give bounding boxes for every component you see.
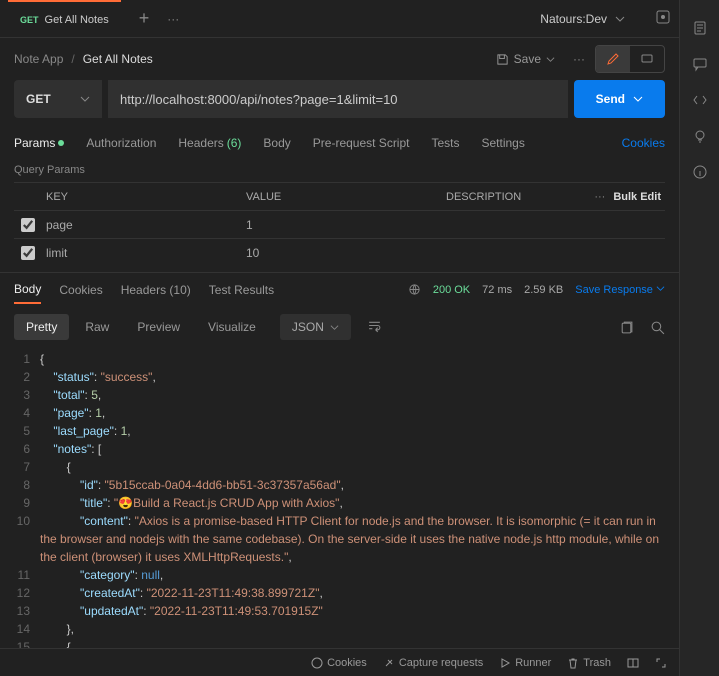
tab-authorization[interactable]: Authorization [86, 136, 156, 150]
footer-trash[interactable]: Trash [567, 657, 611, 669]
response-time: 72 ms [482, 284, 512, 296]
tab-title: Get All Notes [45, 14, 109, 26]
params-more-icon[interactable]: ··· [586, 191, 613, 203]
code-icon[interactable] [692, 92, 708, 108]
resp-tab-cookies[interactable]: Cookies [59, 283, 102, 297]
param-checkbox[interactable] [21, 246, 35, 260]
save-button[interactable]: Save [488, 47, 563, 71]
two-pane-icon[interactable] [627, 657, 639, 669]
param-key[interactable]: limit [42, 246, 242, 260]
param-checkbox[interactable] [21, 218, 35, 232]
documentation-icon[interactable] [692, 20, 708, 36]
comment-icon [640, 52, 654, 66]
wrap-lines-icon[interactable] [361, 312, 388, 342]
breadcrumb-current: Get All Notes [83, 52, 153, 66]
footer-runner[interactable]: Runner [499, 657, 551, 669]
breadcrumb-separator: / [71, 52, 74, 66]
environment-name: Natours:Dev [540, 12, 607, 26]
cookies-link[interactable]: Cookies [622, 136, 665, 150]
tab-settings[interactable]: Settings [482, 136, 525, 150]
tab-bar: GET Get All Notes + ··· Natours:Dev [0, 0, 679, 38]
cookie-icon [311, 657, 323, 669]
more-options-icon[interactable]: ··· [573, 52, 585, 66]
copy-icon[interactable] [619, 320, 634, 335]
col-value: VALUE [242, 191, 442, 203]
footer-capture[interactable]: Capture requests [383, 657, 483, 669]
query-params-label: Query Params [0, 158, 679, 182]
view-preview[interactable]: Preview [125, 314, 192, 340]
chevron-down-icon [656, 284, 665, 293]
edit-mode-button[interactable] [596, 46, 630, 72]
tab-body[interactable]: Body [263, 136, 290, 150]
view-visualize[interactable]: Visualize [196, 314, 268, 340]
save-response-button[interactable]: Save Response [575, 284, 665, 296]
col-key: KEY [42, 191, 242, 203]
info-icon[interactable] [692, 164, 708, 180]
param-value[interactable]: 1 [242, 218, 442, 232]
chevron-down-icon [615, 14, 625, 24]
lightbulb-icon[interactable] [692, 128, 708, 144]
context-bar [679, 0, 719, 676]
breadcrumb: Note App / Get All Notes Save ··· [0, 38, 679, 80]
response-tabs: Body Cookies Headers (10) Test Results 2… [0, 272, 679, 306]
resp-tab-headers[interactable]: Headers (10) [121, 283, 191, 297]
request-tabs: Params Authorization Headers (6) Body Pr… [0, 128, 679, 158]
resp-tab-body[interactable]: Body [14, 282, 41, 304]
chevron-down-icon [80, 94, 90, 104]
comment-mode-button[interactable] [630, 46, 664, 72]
tab-method: GET [20, 15, 39, 25]
view-raw[interactable]: Raw [73, 314, 121, 340]
param-row: limit 10 [14, 238, 665, 266]
param-value[interactable]: 10 [242, 246, 442, 260]
bulk-edit-button[interactable]: Bulk Edit [613, 191, 665, 203]
param-key[interactable]: page [42, 218, 242, 232]
chevron-down-icon [330, 323, 339, 332]
pencil-icon [606, 52, 620, 66]
response-size: 2.59 KB [524, 284, 563, 296]
tab-params[interactable]: Params [14, 136, 64, 150]
comments-icon[interactable] [692, 56, 708, 72]
trash-icon [567, 657, 579, 669]
params-table: KEY VALUE DESCRIPTION ··· Bulk Edit page… [0, 182, 679, 266]
status-bar: Cookies Capture requests Runner Trash [0, 648, 679, 676]
breadcrumb-collection[interactable]: Note App [14, 52, 63, 66]
response-body[interactable]: 1{2 "status": "success",3 "total": 5,4 "… [0, 348, 679, 648]
tab-more-icon[interactable]: ··· [167, 12, 179, 26]
footer-cookies[interactable]: Cookies [311, 657, 367, 669]
new-tab-button[interactable]: + [131, 8, 158, 29]
save-icon [496, 53, 509, 66]
param-row: page 1 [14, 210, 665, 238]
status-code: 200 OK [433, 284, 470, 296]
view-pretty[interactable]: Pretty [14, 314, 69, 340]
send-button[interactable]: Send [574, 80, 665, 118]
request-tab[interactable]: GET Get All Notes [8, 0, 121, 37]
resp-tab-tests[interactable]: Test Results [209, 283, 274, 297]
tab-tests[interactable]: Tests [431, 136, 459, 150]
play-icon [499, 657, 511, 669]
tab-headers[interactable]: Headers (6) [178, 136, 241, 150]
satellite-icon [383, 657, 395, 669]
expand-icon[interactable] [655, 657, 667, 669]
chevron-down-icon [633, 94, 643, 104]
globe-icon[interactable] [408, 283, 421, 296]
url-input[interactable] [108, 80, 568, 118]
col-description: DESCRIPTION [442, 191, 586, 203]
search-icon[interactable] [650, 320, 665, 335]
environment-quick-look-icon[interactable] [655, 9, 671, 28]
chevron-down-icon [546, 55, 555, 64]
tab-prerequest[interactable]: Pre-request Script [313, 136, 410, 150]
format-selector[interactable]: JSON [280, 314, 351, 340]
environment-selector[interactable]: Natours:Dev [528, 12, 637, 26]
method-selector[interactable]: GET [14, 80, 102, 118]
view-bar: Pretty Raw Preview Visualize JSON [0, 306, 679, 348]
